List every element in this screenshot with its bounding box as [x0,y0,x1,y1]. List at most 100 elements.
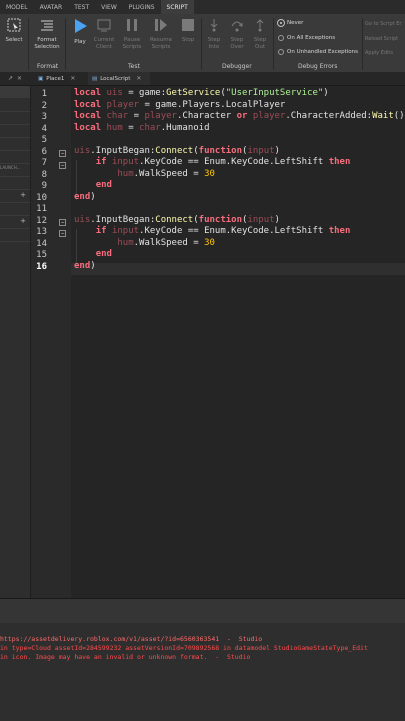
list-item[interactable]: + [0,191,30,203]
line-number-current: 16 [36,261,47,272]
radio-icon [278,49,284,55]
go-to-script-error-button[interactable]: Go to Script Er [365,21,401,27]
tab-place1[interactable]: ▣ Place1 ✕ [34,72,86,85]
expand-icon[interactable]: ↗ [8,75,13,82]
code-line-current: end) [74,260,96,271]
step-out-icon [250,18,270,35]
group-label-debugger: Debugger [222,63,252,70]
apply-edits-button[interactable]: Apply Edits [365,50,393,56]
output-header [0,599,405,623]
resume-scripts-button[interactable]: Resume Scripts [148,18,174,51]
group-label-test: Test [128,63,140,70]
script-icon: ▤ [92,75,98,82]
code-line: uis.InputBegan:Connect(function(input) [74,145,280,156]
document-tab-bar: ↗ ✕ ▣ Place1 ✕ ▤ LocalScript ✕ [0,72,405,86]
output-line: in icon. Image may have an invalid or un… [0,653,251,661]
radio-on-all-exceptions[interactable]: On All Exceptions [278,35,335,41]
list-item[interactable] [0,113,30,125]
fold-icon[interactable]: − [59,162,66,169]
radio-on-unhandled-exceptions[interactable]: On Unhandled Exceptions [278,49,358,55]
fold-icon[interactable]: − [59,150,66,157]
fold-icon[interactable]: − [59,230,66,237]
code-line: if input.KeyCode == Enum.KeyCode.LeftShi… [95,226,351,236]
format-icon [32,18,62,35]
group-label-format: Format [37,63,59,70]
close-icon[interactable]: ✕ [136,75,141,82]
menu-plugins[interactable]: PLUGINS [123,0,161,14]
list-item[interactable] [0,86,30,98]
select-button[interactable]: Select [3,18,25,44]
tab-localscript[interactable]: ▤ LocalScript ✕ [88,72,150,85]
list-item[interactable] [0,126,30,138]
list-item[interactable]: + [0,217,30,229]
line-number: 3 [41,112,47,122]
line-number: 10 [36,192,47,203]
add-icon[interactable]: + [20,191,26,199]
menu-script[interactable]: SCRIPT [160,0,194,15]
separator [201,18,202,70]
pause-scripts-button[interactable]: Pause Scripts [120,18,144,51]
menu-view[interactable]: VIEW [95,0,123,14]
code-line: end [95,249,112,259]
list-item[interactable] [0,204,30,216]
output-line: in type=Cloud assetId=284599232 assetVer… [0,644,368,652]
add-icon[interactable]: + [20,217,26,225]
stop-button[interactable]: Stop [178,18,198,44]
menu-avatar[interactable]: AVATAR [34,0,69,14]
fold-icon[interactable]: − [59,219,66,226]
place-icon: ▣ [38,75,44,82]
line-number: 1 [41,89,47,99]
code-line: end) [74,191,96,202]
menu-model[interactable]: MODEL [0,0,34,14]
close-icon[interactable]: ✕ [70,75,75,82]
group-label-debug-errors: Debug Errors [298,63,338,70]
list-item[interactable] [0,139,30,151]
menu-test[interactable]: TEST [68,0,95,14]
step-into-icon [204,18,224,35]
current-line-highlight [71,263,405,275]
close-icon[interactable]: ✕ [17,75,22,82]
separator [28,18,29,70]
step-into-button[interactable]: Step Into [204,18,224,51]
code-editor[interactable]: local uis = game:GetService("UserInputSe… [71,86,405,598]
code-line: hum.WalkSpeed = 30 [117,168,215,179]
step-out-button[interactable]: Step Out [250,18,270,51]
code-line: local char = player.Character or player.… [74,111,405,121]
list-item[interactable] [0,152,30,164]
line-number: 7 [41,158,47,168]
format-selection-button[interactable]: Format Selection [32,18,62,51]
stop-icon [178,18,198,35]
code-line: local hum = char.Humanoid [74,122,210,133]
line-number: 4 [41,123,47,134]
list-item[interactable] [0,178,30,190]
code-line: local uis = game:GetService("UserInputSe… [74,88,329,98]
line-number: 11 [36,204,47,214]
explorer-panel: LAUNCH... + + [0,86,31,598]
line-number: 9 [41,181,47,191]
client-icon [92,18,116,35]
line-number-gutter: 1 2 3 4 5 6 7 8 9 10 11 12 13 14 15 16 −… [31,86,71,598]
panel-controls: ↗ ✕ [4,72,26,85]
separator [65,18,66,70]
play-button[interactable]: Play [69,18,91,46]
list-item[interactable]: LAUNCH... [0,165,30,177]
step-over-button[interactable]: Step Over [227,18,247,51]
line-number: 12 [36,215,47,226]
code-line: uis.InputBegan:Connect(function(input) [74,214,280,225]
radio-never[interactable]: Never [277,19,303,27]
select-icon [3,18,25,35]
line-number: 13 [36,227,47,237]
step-over-icon [227,18,247,35]
separator [273,18,274,70]
line-number: 15 [36,250,47,260]
current-client-button[interactable]: Current Client [92,18,116,51]
list-item[interactable] [0,230,30,242]
reload-script-button[interactable]: Reload Script [365,36,398,42]
list-item[interactable] [0,100,30,112]
output-panel: https://assetdelivery.roblox.com/v1/asse… [0,598,405,721]
separator [362,18,363,70]
line-number: 8 [41,169,47,180]
line-number: 2 [41,100,47,111]
